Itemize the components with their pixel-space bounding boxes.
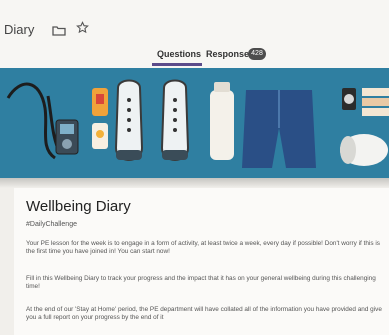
banner-shadow xyxy=(0,178,389,188)
form-name[interactable]: Diary xyxy=(4,22,34,37)
star-icon[interactable] xyxy=(76,21,89,39)
app-bar: Diary xyxy=(0,0,389,44)
form-description-paragraph: At the end of our 'Stay at Home' period,… xyxy=(26,306,382,321)
active-tab-indicator xyxy=(152,63,202,66)
header-banner xyxy=(0,68,389,178)
screen: Diary Questions Responses 428 Wellbeing … xyxy=(0,0,389,335)
responses-count-badge: 428 xyxy=(248,48,266,60)
form-description-paragraph: Your PE lesson for the week is to engage… xyxy=(26,240,380,255)
form-hashtag: #DailyChallenge xyxy=(26,221,77,228)
folder-icon[interactable] xyxy=(52,23,66,41)
form-header-card: Wellbeing Diary #DailyChallenge Your PE … xyxy=(14,188,389,335)
tab-questions[interactable]: Questions xyxy=(157,49,201,59)
tab-responses[interactable]: Responses xyxy=(206,49,254,59)
sports-illustration xyxy=(6,79,389,168)
form-title[interactable]: Wellbeing Diary xyxy=(26,198,131,215)
form-description-paragraph: Fill in this Wellbeing Diary to track yo… xyxy=(26,275,376,290)
form-tabs: Questions Responses 428 xyxy=(0,44,389,69)
